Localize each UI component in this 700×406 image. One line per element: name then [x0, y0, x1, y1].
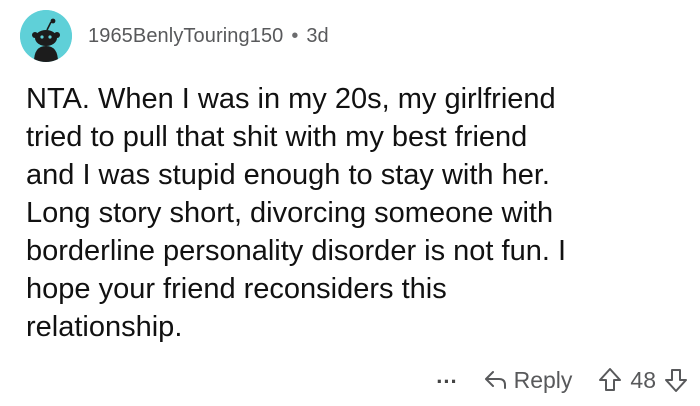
reply-label: Reply — [513, 366, 573, 393]
comment-actions: ... Reply 48 — [436, 362, 688, 398]
more-options-button[interactable]: ... — [436, 363, 457, 389]
downvote-arrow-icon[interactable] — [664, 367, 688, 393]
comment-line: Long story short, divorcing someone with — [26, 197, 554, 229]
comment-line: and I was stupid enough to stay with her… — [26, 159, 550, 191]
vote-score: 48 — [630, 366, 656, 393]
reddit-snoo-avatar-icon — [20, 10, 72, 62]
comment-age: 3d — [306, 24, 329, 47]
reply-arrow-icon — [484, 371, 506, 389]
meta-separator: • — [291, 24, 299, 47]
reply-button[interactable]: Reply — [484, 366, 573, 394]
comment-author[interactable]: 1965BenlyTouring150 — [88, 25, 283, 48]
upvote-arrow-icon[interactable] — [598, 367, 622, 393]
comment-line: hope your friend reconsiders this — [26, 273, 447, 305]
user-avatar[interactable] — [20, 10, 72, 62]
comment-line: NTA. When I was in my 20s, my girlfriend — [26, 83, 556, 115]
comment-line: relationship. — [26, 311, 183, 343]
vote-controls: 48 — [598, 367, 688, 394]
comment-line: tried to pull that shit with my best fri… — [26, 121, 528, 153]
comment-line: borderline personality disorder is not f… — [26, 235, 567, 267]
comment-header: 1965BenlyTouring150 • 3d — [20, 8, 329, 64]
comment-body: NTA. When I was in my 20s, my girlfriend… — [26, 80, 666, 346]
